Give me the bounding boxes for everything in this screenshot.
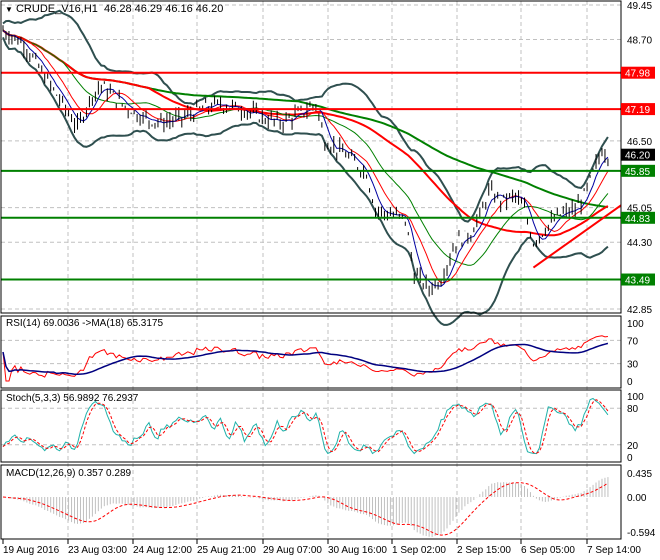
time-label: 29 Aug 07:00 [263,545,322,556]
ma-red [2,30,609,284]
rsi-tick: 100 [627,319,644,330]
time-label: 6 Sep 05:00 [521,545,575,556]
symbol-label: CRUDE_V16,H1 [15,3,98,15]
chart-window: 19 Aug 2016 23 Aug 03:00 24 Aug 12:00 25 Au… [0,0,660,560]
macd-label: MACD(12,26,9) 0.357 0.289 [6,468,132,479]
ohlc-values: 46.28 46.29 46.16 46.20 [104,3,224,15]
level-label: 43.49 [625,276,650,287]
ma-green [2,30,609,266]
main-panel [0,0,622,314]
stoch-tick: 80 [627,404,639,415]
collapse-triangle-icon[interactable]: ▼ [5,5,13,14]
rsi-tick: 70 [627,336,639,347]
time-label: 23 Aug 03:00 [68,545,127,556]
ma-blue [2,30,609,287]
stoch-label: Stoch(5,3,3) 56.9892 76.2937 [6,393,139,404]
rsi-ma-line [2,342,609,376]
price-tick-label: 48.70 [627,36,652,47]
macd-tick: -0.594 [627,528,656,539]
macd-tick: 0.435 [627,469,652,480]
time-label: 19 Aug 2016 [3,545,60,556]
level-label: 44.83 [625,214,650,225]
price-tick-label: 49.45 [627,1,652,12]
stoch-main-line [2,397,609,455]
bollinger-lower [2,37,609,326]
rsi-tick: 30 [627,360,639,371]
time-label: 25 Aug 21:00 [197,545,256,556]
price-tick-label: 44.30 [627,238,652,249]
time-label: 1 Sep 02:00 [392,545,446,556]
stoch-tick: 0 [627,453,633,464]
level-label: 47.19 [625,105,650,116]
price-tick-label: 42.85 [627,305,652,316]
stoch-tick: 20 [627,441,639,452]
ma-slow-green [2,29,609,209]
level-label: 47.98 [625,69,650,80]
time-label: 30 Aug 16:00 [328,545,387,556]
level-label: 45.85 [625,167,650,178]
price-tick-label: 46.50 [627,137,652,148]
macd-tick: 0.00 [627,493,647,504]
time-label: 2 Sep 15:00 [457,545,511,556]
rsi-tick: 0 [627,377,633,388]
current-price-label: 46.20 [625,151,650,162]
macd-signal-line [2,482,609,536]
stoch-tick: 100 [627,392,644,403]
rsi-line [2,335,608,382]
time-label: 24 Aug 12:00 [133,545,192,556]
time-label: 7 Sep 14:00 [587,545,641,556]
rsi-label: RSI(14) 69.0036 ->MA(18) 65.3175 [6,318,164,329]
chart-header: ▼ CRUDE_V16,H1 46.28 46.29 46.16 46.20 [5,3,223,15]
